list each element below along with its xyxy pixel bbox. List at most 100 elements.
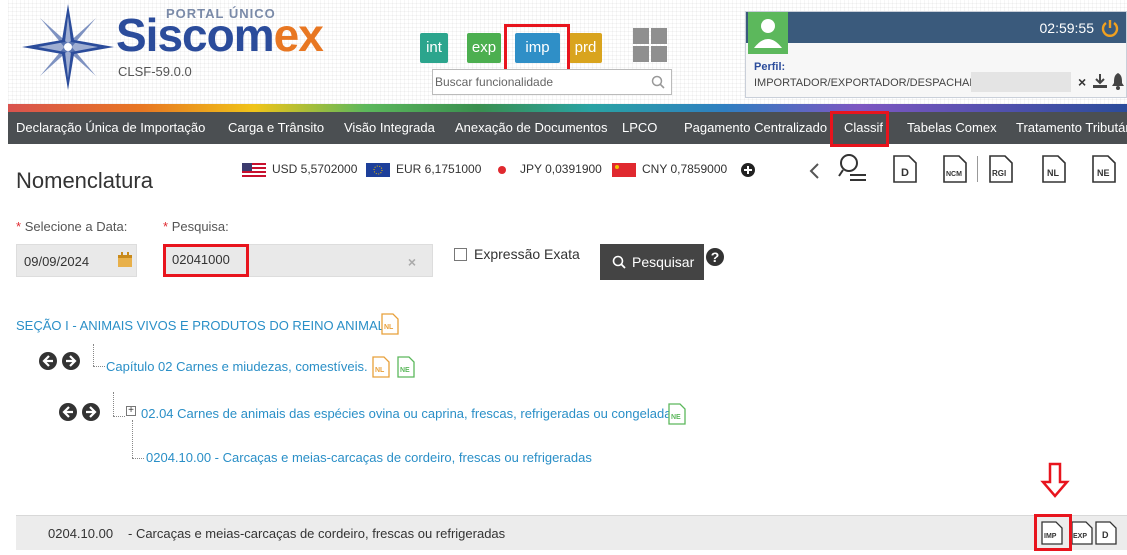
svg-text:D: D [1102,530,1109,540]
svg-text:NE: NE [400,367,410,374]
user-panel: 02:59:55 Perfil: IMPORTADOR/EXPORTADOR/D… [745,11,1127,98]
result-code: 0204.10.00 [48,526,114,541]
tree-line [113,392,114,416]
nav-item-duimp[interactable]: Declaração Única de Importação [16,112,205,144]
nav-forward-icon[interactable] [82,403,100,421]
power-icon[interactable] [1100,18,1120,38]
tree-line [132,420,133,458]
nav-item-tabelas[interactable]: Tabelas Comex [907,112,997,144]
search-icon[interactable] [651,75,665,89]
apps-grid-icon[interactable] [633,28,667,62]
eu-flag-icon [366,162,390,177]
doc-exp-icon[interactable]: EXP [1071,521,1093,545]
env-exp-button[interactable]: exp [467,33,501,63]
highlight-search-value [163,244,249,277]
bell-icon[interactable] [1111,72,1125,90]
highlight-classif [830,111,889,147]
expand-icon[interactable]: + [126,406,136,416]
svg-text:D: D [901,167,909,179]
us-flag-icon [242,162,266,177]
env-int-button[interactable]: int [420,33,448,63]
currency-cny: CNY 0,7859000 [612,162,727,180]
doc-ne-icon[interactable]: NE [397,356,415,378]
version-label: CLSF-59.0.0 [118,64,192,79]
search-label-text: Pesquisa: [171,219,229,234]
tree-line [93,344,94,366]
doc-ne-icon[interactable]: NE [1091,154,1117,184]
nav-item-lpco[interactable]: LPCO [622,112,657,144]
siscomex-logo[interactable]: PORTAL ÚNICO Siscomex CLSF-59.0.0 [18,2,324,92]
highlight-imp [504,24,570,74]
tree-line [132,458,144,459]
search-list-icon[interactable] [838,152,868,184]
currency-jpy: JPY 0,0391900 [490,162,602,180]
user-icon [754,19,782,48]
currency-jpy-label: JPY 0,0391900 [520,162,602,176]
user-bar: 02:59:55 [746,12,1126,43]
download-icon[interactable] [1091,72,1109,90]
tree-line [113,416,125,417]
currency-eur-label: EUR 6,1751000 [396,162,482,176]
doc-nl-icon[interactable]: NL [372,356,390,378]
calendar-icon[interactable] [117,252,133,268]
svg-text:NL: NL [375,367,385,374]
function-search[interactable] [432,69,672,95]
page-title: Nomenclatura [16,168,153,193]
clear-icon[interactable]: × [408,254,416,270]
doc-nl-icon[interactable]: NL [1041,154,1067,184]
tree-section-link[interactable]: SEÇÃO I - ANIMAIS VIVOS E PRODUTOS DO RE… [16,318,385,333]
result-row[interactable]: 0204.10.00 - Carcaças e meias-carcaças d… [16,515,1127,550]
doc-rgi-icon[interactable]: RGI [988,154,1014,184]
tree-chapter-link[interactable]: Capítulo 02 Carnes e miudezas, comestíve… [106,359,368,374]
doc-d-icon[interactable]: D [1095,521,1117,545]
date-label: * Selecione a Data: [16,219,128,234]
nav-item-carga[interactable]: Carga e Trânsito [228,112,324,144]
tree-heading-link[interactable]: 02.04 Carnes de animais das espécies ovi… [141,406,682,421]
logo-ex-text: ex [273,9,324,61]
compass-star-icon [22,4,114,90]
currency-usd: USD 5,5702000 [242,162,357,180]
icon-divider [977,156,978,182]
main-nav: Declaração Única de Importação Carga e T… [8,112,1127,144]
svg-text:NL: NL [384,324,394,331]
perfil-value[interactable]: IMPORTADOR/EXPORTADOR/DESPACHANTE [754,77,991,89]
svg-text:EXP: EXP [1073,533,1087,540]
doc-d-icon[interactable]: D [892,154,918,184]
perfil-clear-icon[interactable]: × [1078,74,1086,90]
nav-item-tratamento[interactable]: Tratamento Tributári [1016,112,1127,144]
highlight-imp-icon [1034,514,1072,551]
doc-nl-icon[interactable]: NL [381,313,399,335]
search-label: * Pesquisa: [163,219,229,234]
add-currency-icon[interactable] [741,163,755,177]
currency-eur: EUR 6,1751000 [366,162,481,180]
date-value[interactable]: 09/09/2024 [24,254,89,269]
help-icon[interactable]: ? [706,248,724,266]
search-button-label: Pesquisar [632,254,695,270]
nav-back-icon[interactable] [39,352,57,370]
tree-item-link[interactable]: 0204.10.00 - Carcaças e meias-carcaças d… [146,450,592,465]
svg-text:RGI: RGI [992,169,1006,178]
nav-item-anexacao[interactable]: Anexação de Documentos [455,112,607,144]
search-button[interactable]: Pesquisar [600,244,704,280]
nav-item-pagamento[interactable]: Pagamento Centralizado [684,112,827,144]
date-field[interactable]: 09/09/2024 [16,244,137,277]
perfil-extra-field[interactable] [971,72,1071,92]
svg-text:NCM: NCM [946,171,962,178]
function-search-input[interactable] [433,70,633,94]
nav-back-icon[interactable] [59,403,77,421]
nav-forward-icon[interactable] [62,352,80,370]
arrow-down-icon [1040,462,1070,498]
perfil-label: Perfil: [754,61,786,73]
svg-text:NL: NL [1047,168,1059,178]
search-icon [612,255,626,269]
logo-main-text: Siscom [116,9,275,61]
result-desc: - Carcaças e meias-carcaças de cordeiro,… [128,526,506,541]
chevron-left-icon[interactable] [808,162,820,180]
doc-ncm-icon[interactable]: NCM [942,154,968,184]
user-avatar[interactable] [748,12,788,54]
doc-ne-icon[interactable]: NE [668,403,686,425]
nav-item-visao[interactable]: Visão Integrada [344,112,435,144]
env-prd-button[interactable]: prd [569,33,602,63]
cn-flag-icon [612,162,636,177]
exact-expression-checkbox[interactable] [454,248,467,261]
